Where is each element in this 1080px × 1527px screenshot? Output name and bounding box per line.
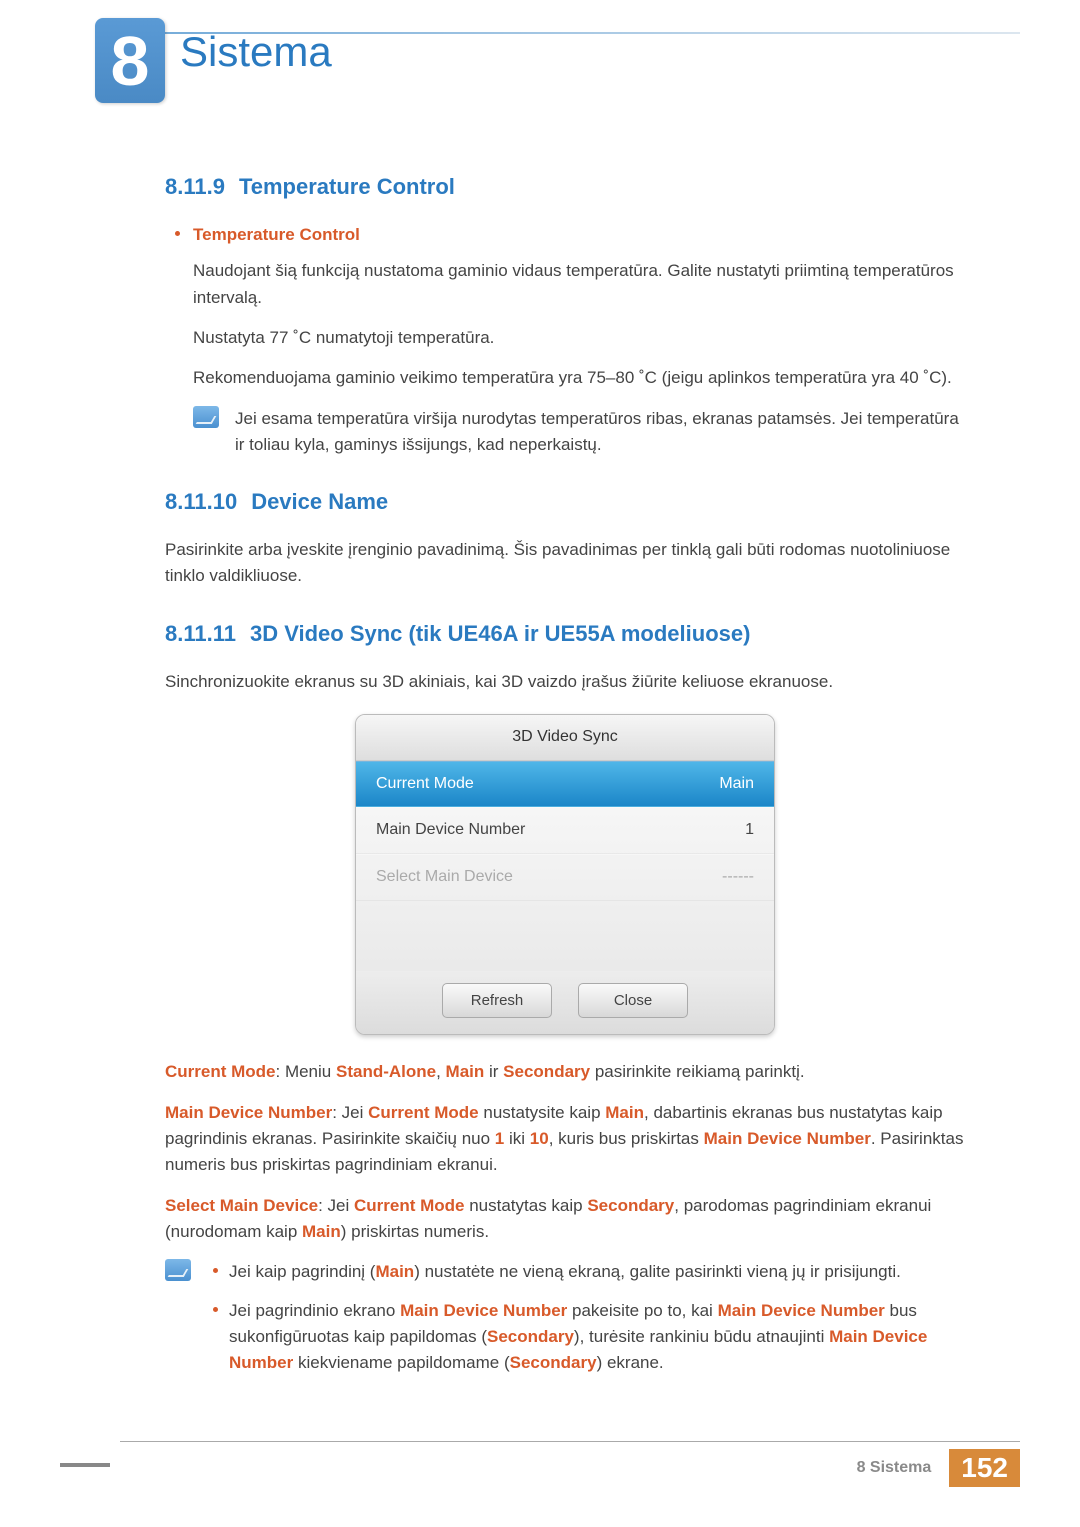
osd-row-select-main-device: Select Main Device ------ xyxy=(356,854,774,901)
section-number: 8.11.9 xyxy=(165,174,225,199)
note-icon xyxy=(165,1259,191,1281)
footer-accent xyxy=(60,1463,110,1467)
note-block: Jei kaip pagrindinį (Main) nustatėte ne … xyxy=(165,1259,965,1388)
footer-rule xyxy=(120,1441,1020,1442)
chapter-number-badge: 8 xyxy=(95,18,165,103)
paragraph-current-mode-desc: Current Mode: Meniu Stand-Alone, Main ir… xyxy=(165,1059,965,1085)
page-number: 152 xyxy=(949,1449,1020,1487)
close-button[interactable]: Close xyxy=(578,983,688,1018)
paragraph-select-main-device-desc: Select Main Device: Jei Current Mode nus… xyxy=(165,1193,965,1246)
section-title: Device Name xyxy=(251,489,388,514)
subheading-temp-control: Temperature Control xyxy=(165,222,965,248)
footer-breadcrumb: 8 Sistema xyxy=(857,1459,932,1477)
osd-row-value: Main xyxy=(719,772,754,797)
section-title: 3D Video Sync (tik UE46A ir UE55A modeli… xyxy=(250,621,750,646)
footer: 8 Sistema 152 xyxy=(857,1449,1020,1487)
osd-menu-3d-video-sync: 3D Video Sync Current Mode Main Main Dev… xyxy=(355,714,775,1035)
section-title: Temperature Control xyxy=(239,174,455,199)
osd-row-label: Select Main Device xyxy=(376,865,513,890)
osd-button-bar: Refresh Close xyxy=(356,971,774,1034)
paragraph: Nustatyta 77 ˚C numatytoji temperatūra. xyxy=(193,325,965,351)
paragraph: Sinchronizuokite ekranus su 3D akiniais,… xyxy=(165,669,965,695)
paragraph: Naudojant šią funkciją nustatoma gaminio… xyxy=(193,258,965,311)
section-number: 8.11.11 xyxy=(165,621,236,646)
refresh-button[interactable]: Refresh xyxy=(442,983,552,1018)
note-icon xyxy=(193,406,219,428)
osd-row-main-device-number[interactable]: Main Device Number 1 xyxy=(356,807,774,854)
chapter-title: Sistema xyxy=(180,28,332,76)
osd-row-label: Current Mode xyxy=(376,772,474,797)
osd-row-label: Main Device Number xyxy=(376,818,525,843)
osd-title: 3D Video Sync xyxy=(356,715,774,761)
note-list-item: Jei pagrindinio ekrano Main Device Numbe… xyxy=(207,1298,965,1377)
osd-spacer xyxy=(356,901,774,971)
section-heading-3d-video-sync: 8.11.11 3D Video Sync (tik UE46A ir UE55A… xyxy=(165,617,965,651)
section-number: 8.11.10 xyxy=(165,489,237,514)
note-list-item: Jei kaip pagrindinį (Main) nustatėte ne … xyxy=(207,1259,965,1285)
section-heading-temp-control: 8.11.9 Temperature Control xyxy=(165,170,965,204)
note-block: Jei esama temperatūra viršija nurodytas … xyxy=(193,406,965,459)
osd-row-value: ------ xyxy=(722,865,754,890)
paragraph-main-device-number-desc: Main Device Number: Jei Current Mode nus… xyxy=(165,1100,965,1179)
osd-row-current-mode[interactable]: Current Mode Main xyxy=(356,761,774,808)
note-text: Jei esama temperatūra viršija nurodytas … xyxy=(235,406,965,459)
section-heading-device-name: 8.11.10 Device Name xyxy=(165,485,965,519)
paragraph: Pasirinkite arba įveskite įrenginio pava… xyxy=(165,537,965,590)
paragraph: Rekomenduojama gaminio veikimo temperatū… xyxy=(193,365,965,391)
osd-row-value: 1 xyxy=(745,818,754,843)
